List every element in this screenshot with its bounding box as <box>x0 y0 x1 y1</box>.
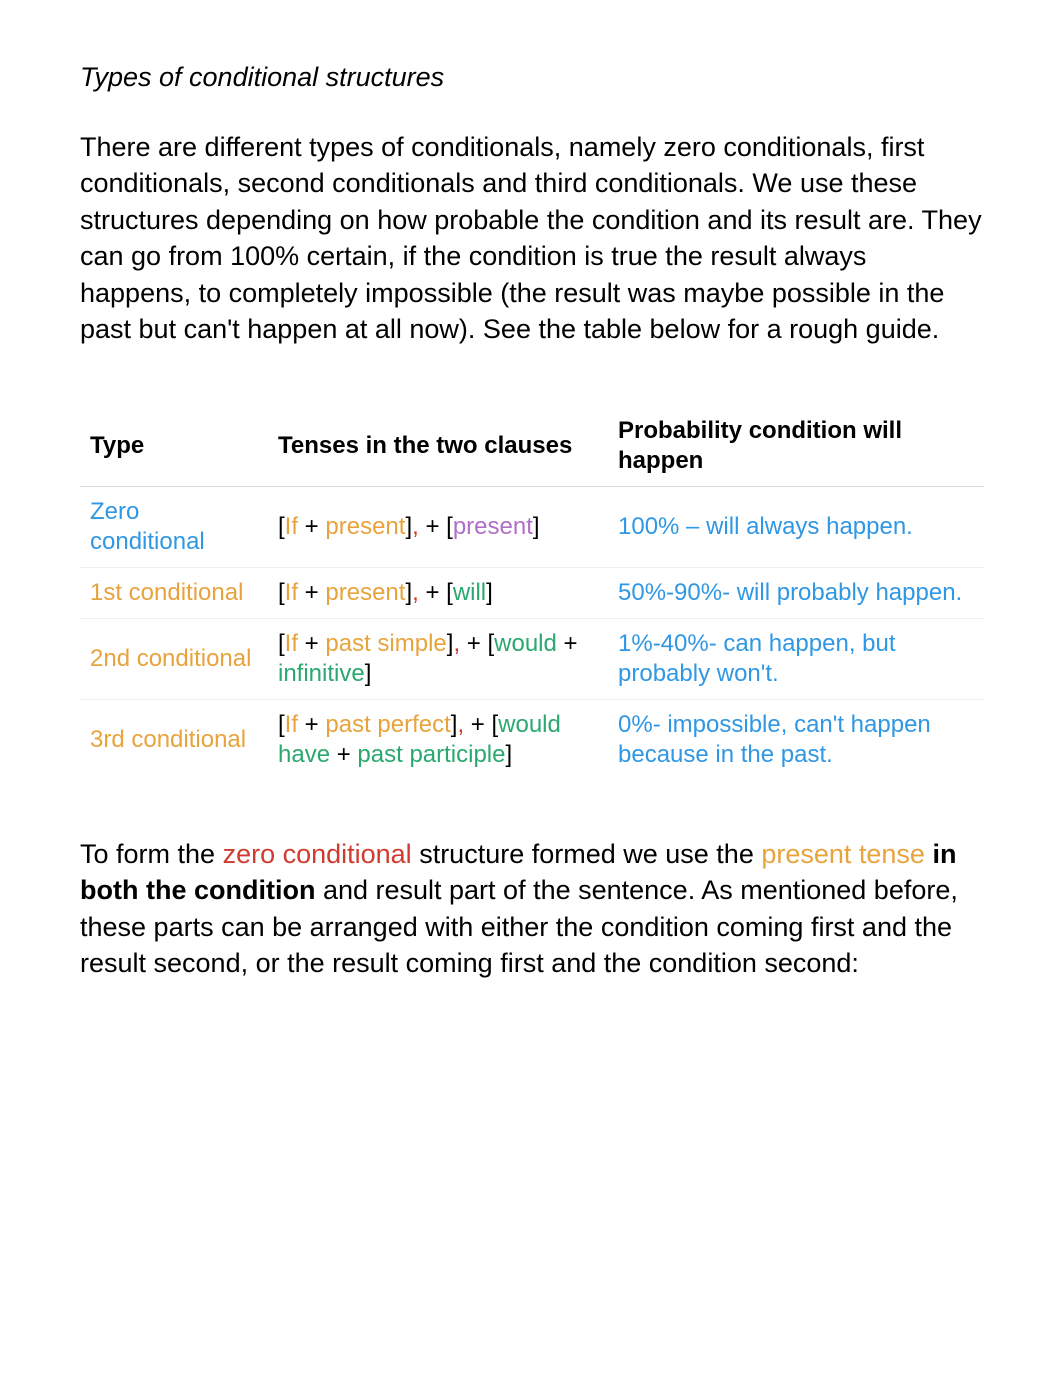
cell-prob: 100% – will always happen. <box>608 486 984 567</box>
tense-infinitive: infinitive <box>278 660 365 687</box>
plus: + <box>298 513 325 540</box>
if-keyword: If <box>285 630 298 657</box>
tense-past-perfect: past perfect <box>325 711 450 738</box>
bracket: [ <box>278 579 285 606</box>
cell-type: 3rd conditional <box>80 699 268 780</box>
plus: + <box>557 630 578 657</box>
cell-tenses: [If + present], + [will] <box>268 567 608 618</box>
cell-tenses: [If + past perfect], + [would have + pas… <box>268 699 608 780</box>
outro-paragraph: To form the zero conditional structure f… <box>80 836 984 982</box>
bracket: ] <box>365 660 372 687</box>
table-row: 1st conditional [If + present], + [will]… <box>80 567 984 618</box>
text: structure formed we use the <box>412 839 762 869</box>
comma: , <box>412 513 425 540</box>
cell-tenses: [If + past simple], + [would + infinitiv… <box>268 618 608 699</box>
if-keyword: If <box>285 579 298 606</box>
cell-type: 2nd conditional <box>80 618 268 699</box>
zero-conditional-term: zero conditional <box>223 839 412 869</box>
bracket: ] <box>533 513 540 540</box>
plus-bracket: + [ <box>425 513 452 540</box>
tense-present: present <box>325 513 405 540</box>
plus: + <box>298 630 325 657</box>
document-page: Types of conditional structures There ar… <box>0 0 1062 1208</box>
text: To form the <box>80 839 223 869</box>
tense-past-participle: past participle <box>357 741 505 768</box>
plus-bracket: + [ <box>471 711 498 738</box>
comma: , <box>453 630 466 657</box>
tense-present: present <box>453 513 533 540</box>
col-header-prob: Probability condition will happen <box>608 406 984 487</box>
if-keyword: If <box>285 513 298 540</box>
cell-prob: 1%-40%- can happen, but probably won't. <box>608 618 984 699</box>
plus: + <box>330 741 357 768</box>
table-row: Zero conditional [If + present], + [pres… <box>80 486 984 567</box>
table-row: 2nd conditional [If + past simple], + [w… <box>80 618 984 699</box>
bracket: ] <box>505 741 512 768</box>
section-heading: Types of conditional structures <box>80 62 984 93</box>
col-header-type: Type <box>80 406 268 487</box>
conditionals-table: Type Tenses in the two clauses Probabili… <box>80 406 984 780</box>
cell-type: 1st conditional <box>80 567 268 618</box>
table-header-row: Type Tenses in the two clauses Probabili… <box>80 406 984 487</box>
cell-type: Zero conditional <box>80 486 268 567</box>
cell-prob: 0%- impossible, can't happen because in … <box>608 699 984 780</box>
if-keyword: If <box>285 711 298 738</box>
col-header-tenses: Tenses in the two clauses <box>268 406 608 487</box>
plus-bracket: + [ <box>425 579 452 606</box>
tense-will: will <box>453 579 486 606</box>
comma: , <box>412 579 425 606</box>
cell-tenses: [If + present], + [present] <box>268 486 608 567</box>
cell-prob: 50%-90%- will probably happen. <box>608 567 984 618</box>
tense-past-simple: past simple <box>325 630 446 657</box>
table-row: 3rd conditional [If + past perfect], + [… <box>80 699 984 780</box>
plus: + <box>298 579 325 606</box>
tense-would: would <box>494 630 557 657</box>
comma: , <box>457 711 470 738</box>
intro-paragraph: There are different types of conditional… <box>80 129 984 348</box>
bracket: ] <box>486 579 493 606</box>
bracket: [ <box>278 711 285 738</box>
present-tense-term: present tense <box>761 839 925 869</box>
bracket: [ <box>278 513 285 540</box>
plus-bracket: + [ <box>467 630 494 657</box>
bracket: [ <box>278 630 285 657</box>
tense-present: present <box>325 579 405 606</box>
plus: + <box>298 711 325 738</box>
